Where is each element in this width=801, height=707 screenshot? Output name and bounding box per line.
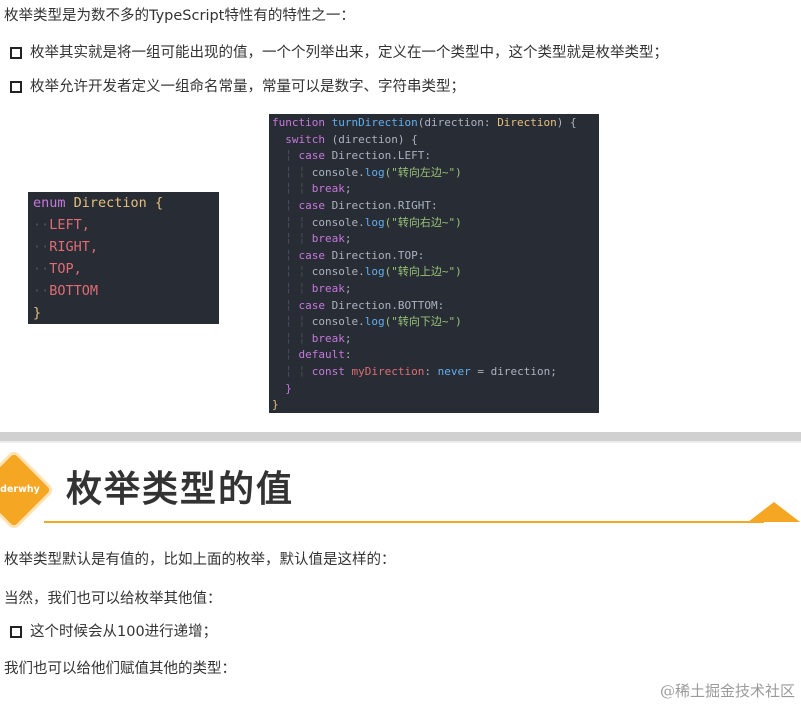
log-message: ("转向上边~") <box>384 265 462 279</box>
keyword-const: const <box>311 364 345 378</box>
console-ref: console. <box>311 165 365 179</box>
intro-text: 枚举类型是为数不多的TypeScript特性有的特性之一： <box>4 8 355 24</box>
const-variable: myDirection <box>351 364 425 378</box>
checkbox-bullet-icon <box>10 47 22 59</box>
console-ref: console. <box>311 315 365 329</box>
keyword-break: break <box>311 182 345 196</box>
bullet-item: 枚举允许开发者定义一组命名常量，常量可以是数字、字符串类型； <box>4 77 465 97</box>
log-message: ("转向下边~") <box>384 315 462 329</box>
enum-code-block: enum Direction {··LEFT, ··RIGHT, ··TOP, ··B… <box>28 192 219 324</box>
semicolon: ; <box>344 331 352 345</box>
keyword-break: break <box>311 232 345 246</box>
log-call: log <box>364 265 385 279</box>
title-underline <box>44 521 764 523</box>
paragraph: 我们也可以给他们赋值其他的类型： <box>4 661 236 677</box>
bullet-text: 这个时候会从100进行递增； <box>30 624 218 640</box>
keyword-switch: switch <box>285 132 325 146</box>
bullet-text: 枚举其实就是将一组可能出现的值，一个个列举出来，定义在一个类型中，这个类型就是枚… <box>30 45 668 61</box>
console-ref: console. <box>311 265 365 279</box>
log-message: ("转向左边~") <box>384 165 462 179</box>
log-call: log <box>364 215 385 229</box>
brand-logo-text: derwhy <box>0 484 40 495</box>
bullet-text: 枚举允许开发者定义一组命名常量，常量可以是数字、字符串类型； <box>30 79 465 95</box>
enum-member: RIGHT, <box>49 239 99 255</box>
switch-close-brace: } <box>285 381 292 395</box>
log-call: log <box>364 165 385 179</box>
log-message: ("转向右边~") <box>384 215 462 229</box>
section-title: 枚举类型的值 <box>66 469 295 510</box>
slide-divider-shadow <box>0 441 801 443</box>
paragraph: 当然，我们也可以给枚举其他值： <box>4 591 222 607</box>
enum-keyword: enum <box>33 195 66 211</box>
enum-member: BOTTOM <box>49 283 99 299</box>
keyword-break: break <box>311 281 345 295</box>
keyword-case: case <box>298 298 326 312</box>
enum-close-brace: } <box>33 305 42 321</box>
bullet-item: 枚举其实就是将一组可能出现的值，一个个列举出来，定义在一个类型中，这个类型就是枚… <box>4 43 668 63</box>
function-close-brace: } <box>272 398 279 412</box>
watermark: @稀土掘金技术社区 <box>659 682 795 700</box>
keyword-case: case <box>298 198 326 212</box>
paragraph: 枚举类型默认是有值的，比如上面的枚举，默认值是这样的： <box>4 552 396 568</box>
case-label: Direction.BOTTOM: <box>331 298 445 312</box>
keyword-break: break <box>311 331 345 345</box>
slide-divider <box>0 432 801 441</box>
semicolon: ; <box>344 281 352 295</box>
const-assignment: = direction; <box>470 364 557 378</box>
keyword-case: case <box>298 248 326 262</box>
checkbox-bullet-icon <box>10 626 22 638</box>
title-corner-decoration <box>748 502 800 522</box>
case-label: Direction.LEFT: <box>331 149 431 163</box>
keyword-case: case <box>298 149 326 163</box>
function-name: turnDirection <box>331 116 418 129</box>
function-params: (direction: <box>417 116 498 129</box>
semicolon: ; <box>344 232 352 246</box>
case-label: Direction.TOP: <box>331 248 425 262</box>
keyword-function: function <box>272 116 325 129</box>
semicolon: ; <box>344 182 352 196</box>
enum-open-brace: { <box>154 195 164 211</box>
log-call: log <box>364 315 385 329</box>
colon: : <box>344 348 352 362</box>
keyword-default: default <box>298 348 345 362</box>
bullet-item: 这个时候会从100进行递增； <box>4 622 217 642</box>
enum-member: LEFT, <box>49 217 90 233</box>
enum-name: Direction <box>73 195 147 211</box>
const-type: never <box>437 364 471 378</box>
function-code-block: function turnDirection(direction: Direct… <box>269 114 599 413</box>
params-end: ) { <box>556 116 577 129</box>
switch-expr: (direction) { <box>325 132 418 146</box>
console-ref: console. <box>311 215 365 229</box>
param-type: Direction <box>497 116 557 129</box>
checkbox-bullet-icon <box>10 81 22 93</box>
colon: : <box>424 364 438 378</box>
case-label: Direction.RIGHT: <box>331 198 438 212</box>
enum-member: TOP, <box>49 261 82 277</box>
